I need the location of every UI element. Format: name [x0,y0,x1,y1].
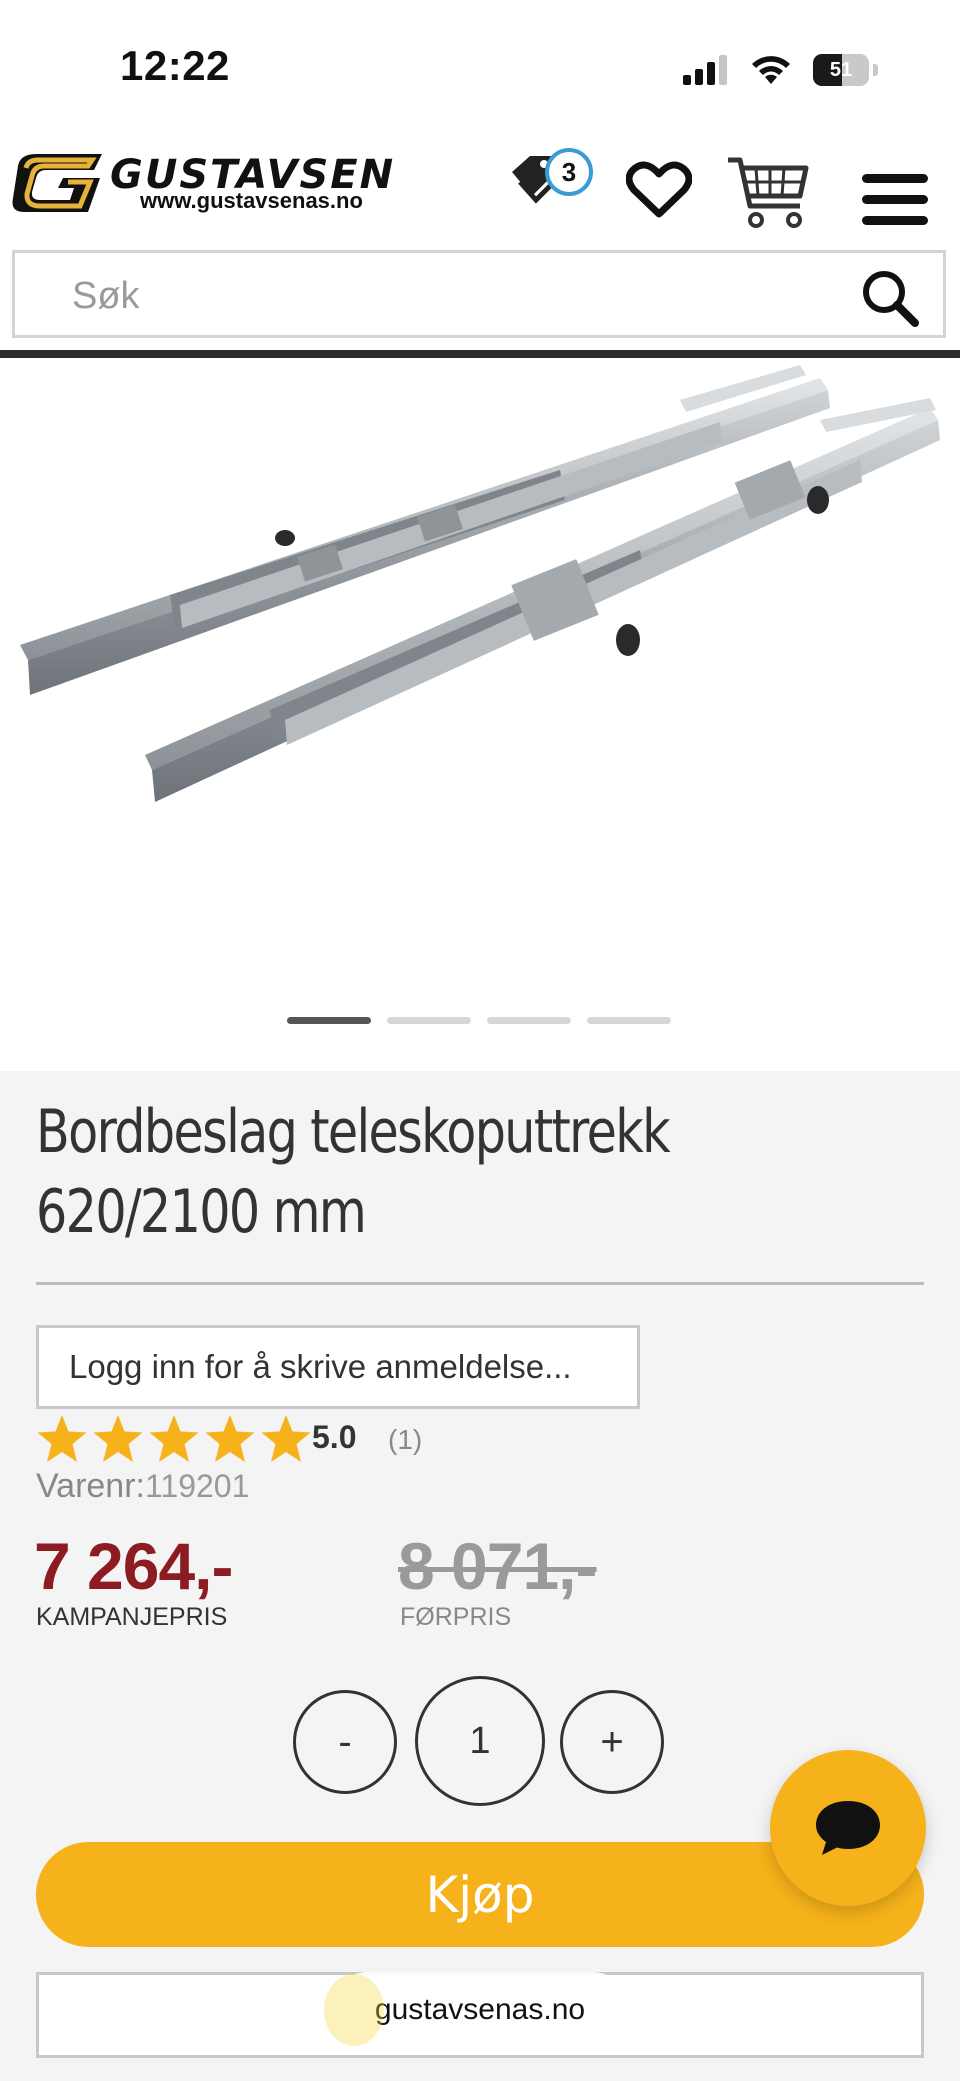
previous-price: 8 071,- [398,1529,597,1603]
logo-url: www.gustavsenas.no [140,188,363,213]
chat-shadow [324,1974,384,2046]
wishlist-button[interactable] [625,160,693,225]
sku: Varenr:119201 [36,1467,249,1506]
chat-button[interactable] [770,1750,926,1906]
gallery-pagination [287,1017,671,1024]
gallery-dot-1[interactable] [287,1017,371,1024]
heart-icon [625,161,693,218]
browser-url-bar[interactable]: gustavsenas.no [324,1972,630,2048]
title-divider [36,1282,924,1285]
product-image[interactable] [0,360,960,1010]
quantity-input[interactable]: 1 [415,1676,545,1806]
sku-value: 119201 [144,1468,250,1504]
previous-price-label: FØRPRIS [400,1603,512,1631]
star-icon [93,1415,143,1462]
search-icon [863,271,919,327]
menu-button[interactable] [862,174,928,231]
gallery-dot-3[interactable] [487,1017,571,1024]
rating-value: 5.0 [312,1419,357,1455]
cart-icon [728,157,809,228]
browser-url: gustavsenas.no [374,1993,586,2026]
battery-level: 51 [829,58,853,81]
rating-stars [36,1414,312,1464]
status-icons: 51 [683,50,878,90]
quantity-increase-button[interactable]: + [560,1690,664,1794]
status-time: 12:22 [120,42,230,89]
hamburger-menu-icon [862,174,928,225]
star-icon [37,1415,87,1462]
campaign-price-label: KAMPANJEPRIS [36,1603,228,1631]
campaign-price: 7 264,- [34,1529,233,1603]
wifi-icon [752,56,790,84]
battery-nub [873,64,878,76]
star-icon [205,1415,255,1462]
search-bar [12,250,946,338]
gallery-dot-2[interactable] [387,1017,471,1024]
chat-bubble-icon [816,1801,880,1855]
star-icon [149,1415,199,1462]
header-divider [0,350,960,358]
offers-count-badge: 3 [545,148,593,196]
search-button[interactable] [859,267,921,329]
sku-label: Varenr: [36,1467,145,1505]
product-title: Bordbeslag teleskoputtrekk 620/2100 mm [36,1097,671,1247]
telescopic-slide-illustration [20,365,940,802]
gallery-dot-4[interactable] [587,1017,671,1024]
write-review-button[interactable]: Logg inn for å skrive anmeldelse... [36,1325,640,1409]
star-icon [261,1415,311,1462]
search-input[interactable] [70,265,854,327]
quantity-decrease-button[interactable]: - [293,1690,397,1794]
cellular-signal-icon [683,55,727,85]
rating-count[interactable]: (1) [388,1424,422,1456]
battery-icon: 51 [813,54,869,86]
cart-button[interactable] [726,154,810,235]
